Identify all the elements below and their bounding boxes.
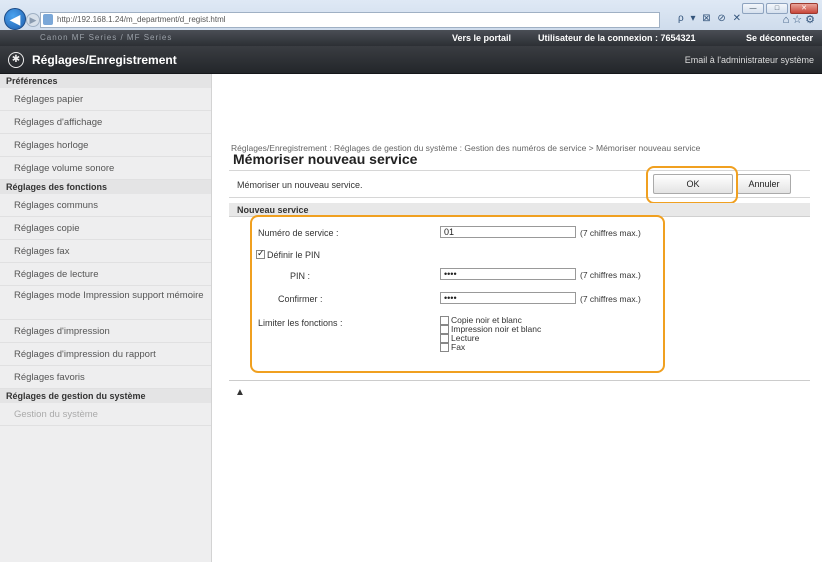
browser-chrome: — □ ✕ ◀ ▶ http://192.168.1.24/m_departme… (0, 0, 822, 30)
logout-link[interactable]: Se déconnecter (746, 30, 813, 46)
description-text: Mémoriser un nouveau service. (237, 180, 363, 190)
sidebar-item-fax[interactable]: Réglages fax (0, 240, 211, 263)
ok-highlight-ring (646, 166, 738, 204)
confirm-input[interactable] (440, 292, 576, 304)
title-bar: ✱ Réglages/Enregistrement Email à l'admi… (0, 46, 822, 74)
sidebar-item-display[interactable]: Réglages d'affichage (0, 111, 211, 134)
login-user-info: Utilisateur de la connexion : 7654321 (538, 33, 696, 43)
sidebar-header-system: Réglages de gestion du système (0, 389, 211, 403)
limit-functions-label: Limiter les fonctions : (258, 318, 343, 328)
sidebar-header-preferences: Préférences (0, 74, 211, 88)
back-to-top-icon[interactable]: ▲ (235, 387, 245, 398)
top-bar: Canon MF Series / MF Series Vers le port… (0, 30, 822, 46)
settings-gear-icon: ✱ (8, 52, 24, 68)
confirm-hint: (7 chiffres max.) (580, 294, 641, 304)
home-star-gear-icons[interactable]: ⌂☆⚙ (783, 13, 818, 26)
function-checkbox-fax[interactable] (440, 343, 449, 352)
pin-label: PIN : (290, 271, 311, 281)
sidebar-item-clock[interactable]: Réglages horloge (0, 134, 211, 157)
sidebar-item-copy[interactable]: Réglages copie (0, 217, 211, 240)
function-label-fax: Fax (451, 342, 466, 352)
address-bar[interactable]: http://192.168.1.24/m_department/d_regis… (40, 12, 660, 28)
address-tools[interactable]: ρ ▾ ⊠ ⊘ ✕ (678, 13, 743, 24)
define-pin-checkbox[interactable] (256, 248, 265, 259)
sidebar-header-functions: Réglages des fonctions (0, 180, 211, 194)
cancel-button[interactable]: Annuler (737, 174, 791, 194)
sidebar-item-favorites[interactable]: Réglages favoris (0, 366, 211, 389)
function-checkbox-scan[interactable] (440, 334, 449, 343)
sidebar-item-common[interactable]: Réglages communs (0, 194, 211, 217)
page-header-title: Réglages/Enregistrement (32, 53, 177, 67)
sidebar-item-volume[interactable]: Réglage volume sonore (0, 157, 211, 180)
sidebar-item-report-printing[interactable]: Réglages d'impression du rapport (0, 343, 211, 366)
email-admin-link[interactable]: Email à l'administrateur système (685, 55, 814, 65)
page-title: Mémoriser nouveau service (233, 151, 418, 167)
sidebar-item-memory-media[interactable]: Réglages mode Impression support mémoire (0, 286, 211, 320)
service-number-input[interactable] (440, 226, 576, 238)
define-pin-label: Définir le PIN (267, 250, 321, 260)
service-number-label: Numéro de service : (258, 228, 339, 238)
pin-hint: (7 chiffres max.) (580, 270, 641, 280)
minimize-button[interactable]: — (742, 3, 764, 14)
sidebar-item-paper[interactable]: Réglages papier (0, 88, 211, 111)
forward-arrow-icon[interactable]: ▶ (26, 13, 40, 27)
function-checkbox-print[interactable] (440, 325, 449, 334)
pin-input[interactable] (440, 268, 576, 280)
sidebar-item-scan[interactable]: Réglages de lecture (0, 263, 211, 286)
device-name: Canon MF Series / MF Series (40, 33, 173, 42)
back-arrow-icon[interactable]: ◀ (4, 8, 26, 30)
content-divider (229, 380, 810, 381)
service-number-hint: (7 chiffres max.) (580, 228, 641, 238)
function-checkbox-copy[interactable] (440, 316, 449, 325)
portal-link[interactable]: Vers le portail (452, 30, 511, 46)
sidebar-item-printing[interactable]: Réglages d'impression (0, 320, 211, 343)
sidebar: Préférences Réglages papier Réglages d'a… (0, 74, 212, 562)
page-icon (43, 14, 53, 25)
sidebar-item-system-management[interactable]: Gestion du système (0, 403, 211, 426)
confirm-label: Confirmer : (278, 294, 323, 304)
